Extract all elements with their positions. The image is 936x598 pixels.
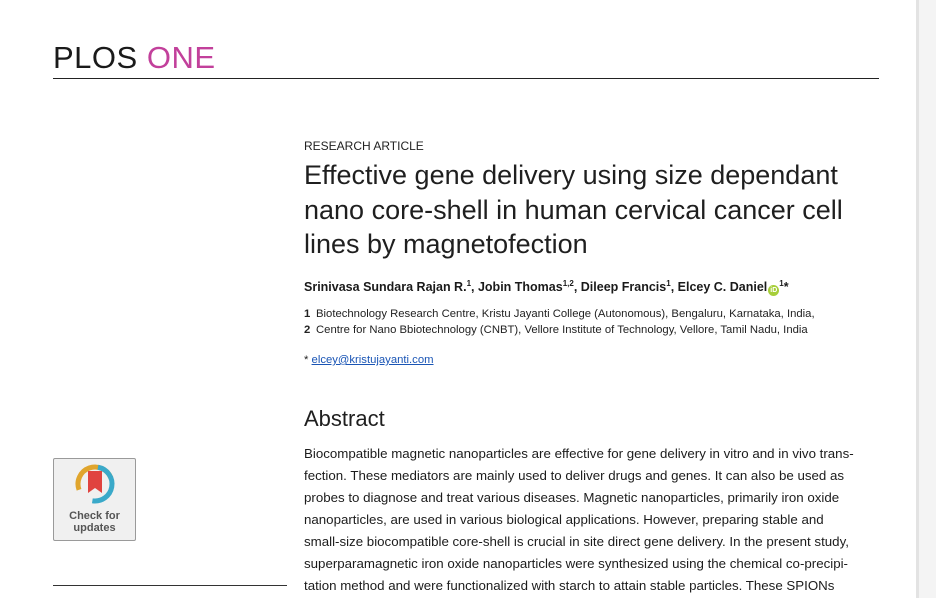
badge-line1: Check for (69, 510, 120, 522)
abstract-body: Biocompatible magnetic nanoparticles are… (304, 443, 882, 597)
affiliation-text: Biotechnology Research Centre, Kristu Ja… (316, 308, 815, 320)
author-affiliation-sup: 1,2 (562, 279, 574, 288)
check-for-updates-icon (75, 464, 115, 504)
abstract-line: probes to diagnose and treat various dis… (304, 490, 840, 505)
abstract-line: Biocompatible magnetic nanoparticles are… (304, 446, 854, 461)
affiliation-number: 1 (304, 308, 311, 320)
author-name[interactable]: Dileep Francis (581, 280, 666, 294)
affiliation-text: Centre for Nano Bbiotechnology (CNBT), V… (316, 324, 808, 336)
journal-logo: PLOS ONE (53, 40, 216, 76)
author-affiliation-sup: 1 (466, 279, 472, 288)
author-name[interactable]: Jobin Thomas (478, 280, 563, 294)
abstract-line: fection. These mediators are mainly used… (304, 468, 845, 483)
abstract-heading: Abstract (304, 406, 385, 431)
badge-line2: updates (73, 522, 116, 534)
header-divider (53, 78, 879, 79)
sidebar-divider (53, 585, 287, 586)
corresponding-email: * elcey@kristujayanti.com (304, 354, 434, 366)
email-link[interactable]: elcey@kristujayanti.com (312, 354, 434, 366)
journal-name-part1: PLOS (53, 40, 138, 75)
author-name[interactable]: Elcey C. Daniel (678, 280, 768, 294)
author-list: Srinivasa Sundara Rajan R.1, Jobin Thoma… (304, 279, 789, 297)
page-margin (919, 0, 936, 598)
author-affiliation-sup: 1 (666, 279, 671, 288)
affiliation-number: 2 (304, 324, 311, 336)
abstract-line: small-size biocompatible core-shell is c… (304, 534, 849, 549)
author-name[interactable]: Srinivasa Sundara Rajan R. (304, 280, 467, 294)
journal-name-part2: ONE (137, 40, 216, 75)
corresponding-asterisk: * (304, 354, 309, 366)
check-for-updates-badge[interactable]: Check for updates (53, 458, 136, 541)
badge-label: Check for updates (54, 510, 135, 534)
orcid-icon[interactable]: iD (768, 285, 780, 297)
abstract-line: nanoparticles, are used in various biolo… (304, 512, 824, 527)
abstract-line: superparamagnetic iron oxide nanoparticl… (304, 556, 848, 571)
article-title: Effective gene delivery using size depen… (304, 160, 843, 259)
affiliation-1: 1 Biotechnology Research Centre, Kristu J… (304, 308, 815, 320)
affiliation-2: 2 Centre for Nano Bbiotechnology (CNBT), … (304, 324, 808, 336)
article-type-label: RESEARCH ARTICLE (304, 139, 424, 153)
abstract-line: tation method and were functionalized wi… (304, 578, 835, 593)
corresponding-marker: * (783, 280, 789, 295)
